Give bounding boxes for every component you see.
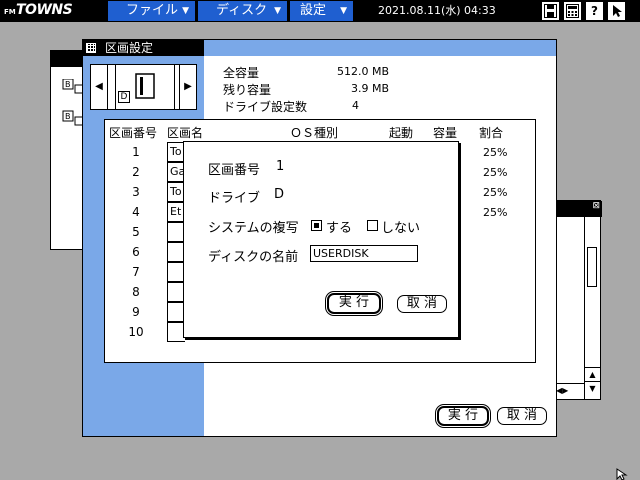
disk-name-input[interactable]: USERDISK	[310, 245, 418, 262]
partition-ratio: 25%	[483, 166, 508, 179]
horizontal-scroll-arrows[interactable]: ◀▶	[556, 383, 584, 397]
drive-count-value: 4	[352, 99, 359, 112]
execute-button[interactable]: 実 行	[437, 406, 489, 426]
partition-dialog[interactable]: 区画番号 1 ドライブ D システムの複写 する しない ディスクの名前 USE…	[183, 141, 459, 338]
header-partition-name: 区画名	[167, 126, 204, 140]
row-number: 2	[132, 165, 140, 179]
chevron-down-icon: ▼	[274, 6, 281, 16]
calculator-icon[interactable]	[564, 2, 581, 20]
fm-towns-logo: FM TOWNS	[4, 2, 84, 20]
drive-letter-badge: D	[118, 91, 130, 103]
row-number: 4	[132, 205, 140, 219]
close-box-icon[interactable]	[86, 43, 96, 53]
previous-drive-button[interactable]: ◀	[91, 65, 108, 109]
svg-text:B: B	[65, 112, 71, 121]
dialog-disk-name-label: ディスクの名前	[208, 250, 299, 265]
header-partition-number: 区画番号	[109, 126, 158, 140]
dialog-drive-value: D	[274, 187, 285, 202]
background-window-right[interactable]: ⊠ ▲ ▼ ◀▶	[555, 200, 602, 400]
dialog-partition-value: 1	[276, 159, 285, 174]
scrollbar[interactable]: ▲ ▼	[584, 217, 600, 399]
scroll-up-icon[interactable]: ▲	[585, 367, 600, 381]
copy-yes-option[interactable]: する	[311, 216, 371, 236]
scroll-down-icon[interactable]: ▼	[585, 381, 600, 395]
titlebar-extension[interactable]	[204, 40, 556, 56]
header-os-type: ＯＳ種別	[290, 126, 339, 140]
menu-disk-label: ディスク	[216, 3, 268, 18]
scrollbar-thumb[interactable]	[587, 247, 597, 287]
drive-icon-area: D	[115, 65, 175, 109]
row-number: 5	[132, 225, 140, 239]
row-number: 10	[128, 325, 144, 339]
logo-prefix: FM	[4, 8, 16, 16]
free-capacity-value: 3.9 MB	[350, 82, 389, 95]
drive-selector: ◀ D ▶	[90, 64, 197, 110]
header-capacity: 容量	[433, 126, 458, 140]
total-capacity-label: 全容量	[223, 66, 260, 80]
partition-ratio: 25%	[483, 206, 508, 219]
menu-file[interactable]: ファイル ▼	[108, 1, 195, 21]
row-number: 8	[132, 285, 140, 299]
next-drive-button[interactable]: ▶	[179, 65, 196, 109]
floppy-icon[interactable]	[542, 2, 559, 20]
menu-settings-label: 設定	[300, 3, 327, 18]
drive-count-label: ドライブ設定数	[223, 100, 308, 114]
pointer-icon[interactable]	[608, 2, 625, 20]
header-ratio: 割合	[479, 126, 504, 140]
menu-file-label: ファイル	[126, 3, 179, 18]
logo-text: TOWNS	[16, 2, 73, 18]
copy-no-label: しない	[381, 221, 421, 236]
close-icon[interactable]: ⊠	[592, 201, 600, 211]
dialog-execute-button[interactable]: 実 行	[327, 293, 381, 314]
window-titlebar[interactable]: ⊠	[556, 201, 602, 217]
dialog-drive-label: ドライブ	[208, 191, 261, 206]
dialog-cancel-button[interactable]: 取 消	[397, 295, 447, 313]
chevron-down-icon: ▼	[182, 6, 189, 16]
row-number: 7	[132, 265, 140, 279]
header-boot: 起動	[389, 126, 414, 140]
menu-settings[interactable]: 設定 ▼	[290, 1, 353, 21]
row-number: 9	[132, 305, 140, 319]
free-capacity-label: 残り容量	[223, 83, 272, 97]
window-titlebar[interactable]: 区画設定	[83, 40, 204, 56]
help-icon[interactable]: ?	[586, 2, 603, 20]
clock: 2021.08.11(水) 04:33	[378, 4, 496, 17]
chevron-down-icon: ▼	[340, 6, 347, 16]
mouse-cursor-icon	[616, 468, 628, 480]
copy-yes-label: する	[326, 221, 353, 236]
window-title: 区画設定	[105, 41, 154, 55]
partition-ratio: 25%	[483, 186, 508, 199]
row-number: 3	[132, 185, 140, 199]
dialog-partition-label: 区画番号	[208, 163, 261, 178]
cancel-button[interactable]: 取 消	[497, 407, 547, 425]
dialog-system-copy-label: システムの複写	[208, 221, 299, 236]
copy-yes-checkbox[interactable]	[311, 220, 322, 231]
total-capacity-value: 512.0 MB	[336, 65, 389, 78]
copy-no-option[interactable]: しない	[367, 216, 437, 236]
partition-ratio: 25%	[483, 146, 508, 159]
row-number: 1	[132, 145, 140, 159]
svg-text:B: B	[65, 80, 71, 89]
menu-disk[interactable]: ディスク ▼	[198, 1, 287, 21]
row-number: 6	[132, 245, 140, 259]
copy-no-checkbox[interactable]	[367, 220, 378, 231]
